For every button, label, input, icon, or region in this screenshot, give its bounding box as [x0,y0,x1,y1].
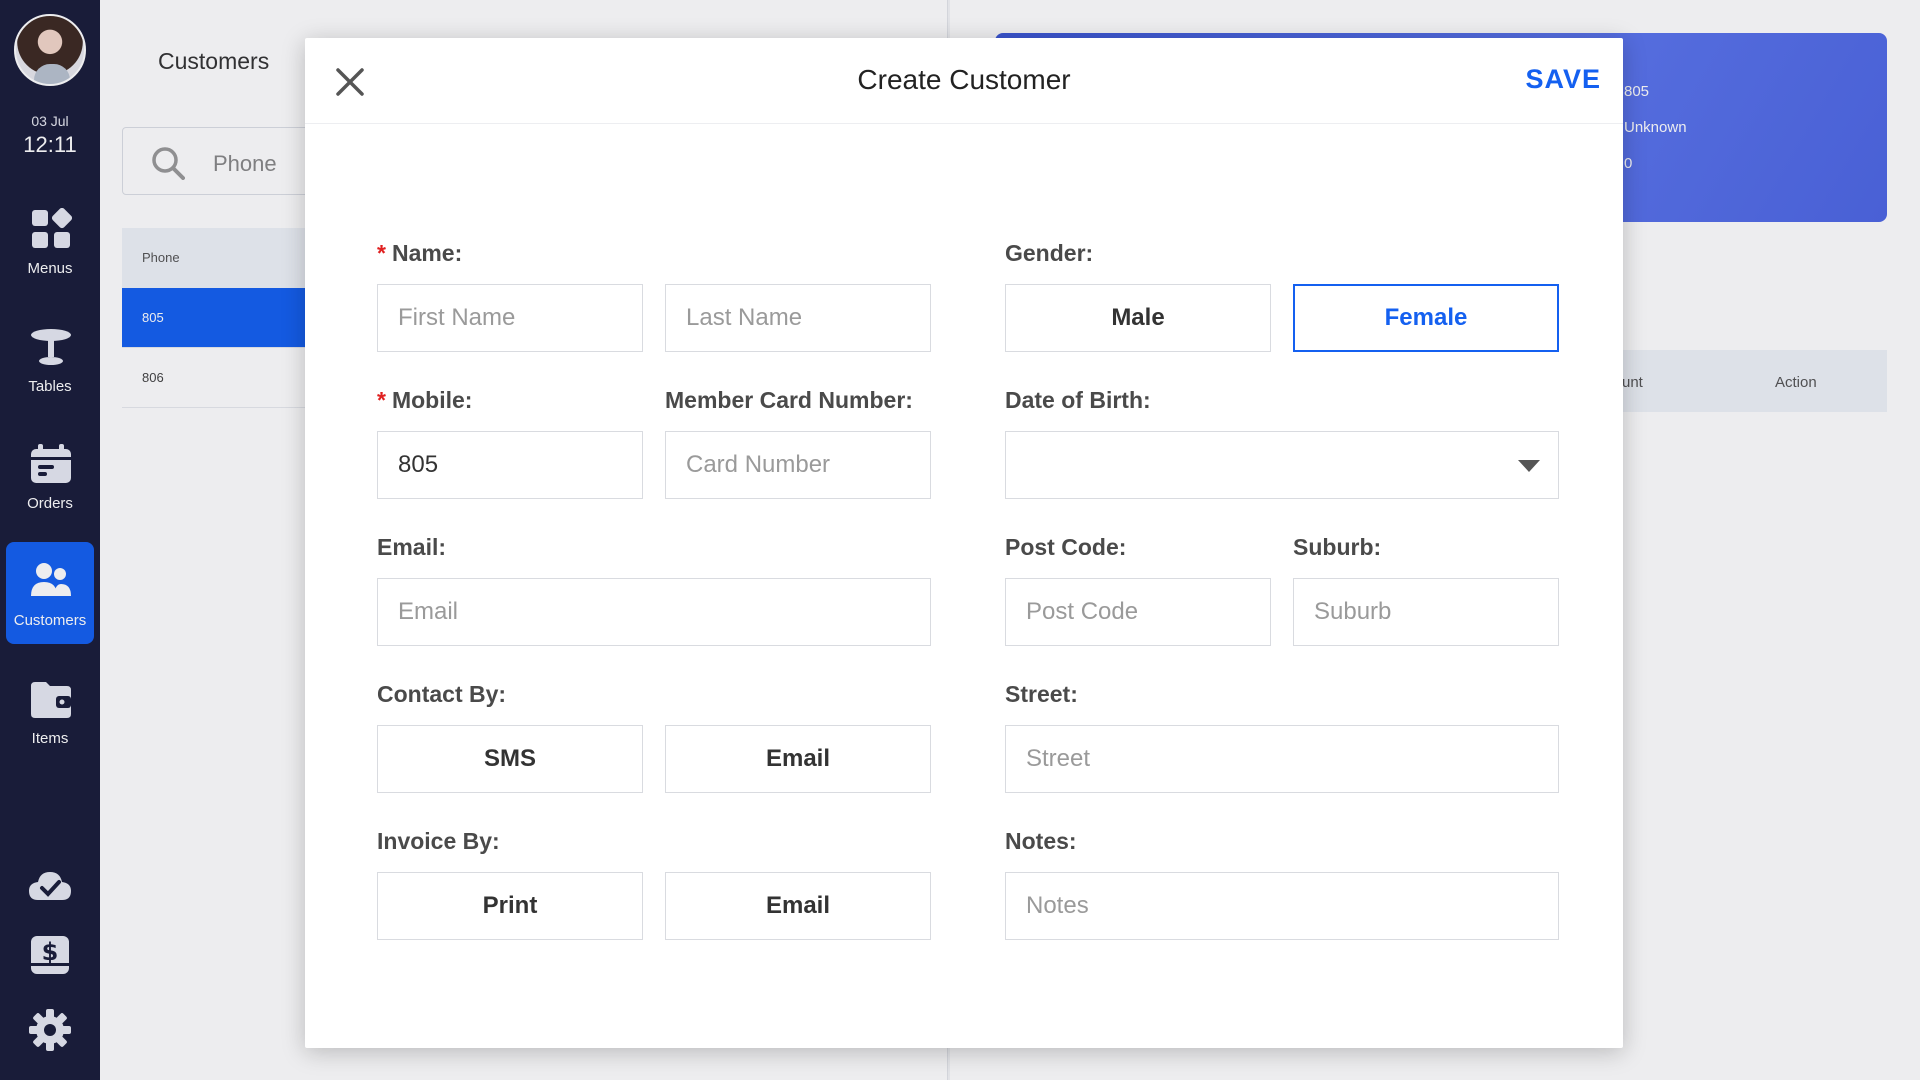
post-code-label: Post Code: [1005,534,1127,560]
member-card-field[interactable] [665,431,931,499]
chevron-down-icon [1518,460,1540,472]
notes-field[interactable] [1005,872,1559,940]
suburb-field[interactable] [1293,578,1559,646]
email-label: Email: [377,534,447,560]
post-code-field[interactable] [1005,578,1271,646]
contact-email-button[interactable]: Email [665,725,931,793]
name-label-text: Name: [391,240,463,266]
create-customer-dialog: Create Customer SAVE *Name: *Mobile: Mem… [305,38,1623,1048]
mobile-label-text: Mobile: [391,387,473,413]
suburb-label: Suburb: [1293,534,1382,560]
mobile-field[interactable] [377,431,643,499]
name-label: * Name: [377,240,462,267]
invoice-by-label: Invoice By: [377,828,500,854]
gender-male-button[interactable]: Male [1005,284,1271,352]
contact-sms-button[interactable]: SMS [377,725,643,793]
last-name-field[interactable] [665,284,931,352]
mobile-label: * Mobile: [377,387,472,414]
required-marker: * [377,240,386,266]
gender-female-button[interactable]: Female [1293,284,1559,352]
dob-label: Date of Birth: [1005,387,1151,413]
street-field[interactable] [1005,725,1559,793]
dob-select[interactable] [1005,431,1559,499]
gender-label: Gender: [1005,240,1094,266]
notes-label: Notes: [1005,828,1077,854]
member-card-label: Member Card Number: [665,387,913,413]
street-label: Street: [1005,681,1078,707]
dialog-title: Create Customer [857,64,1071,95]
save-button[interactable]: SAVE [1525,64,1601,95]
invoice-print-button[interactable]: Print [377,872,643,940]
first-name-field[interactable] [377,284,643,352]
invoice-email-button[interactable]: Email [665,872,931,940]
contact-by-label: Contact By: [377,681,507,707]
required-marker: * [377,387,386,413]
dialog-header: Create Customer SAVE [305,38,1623,124]
email-field[interactable] [377,578,931,646]
